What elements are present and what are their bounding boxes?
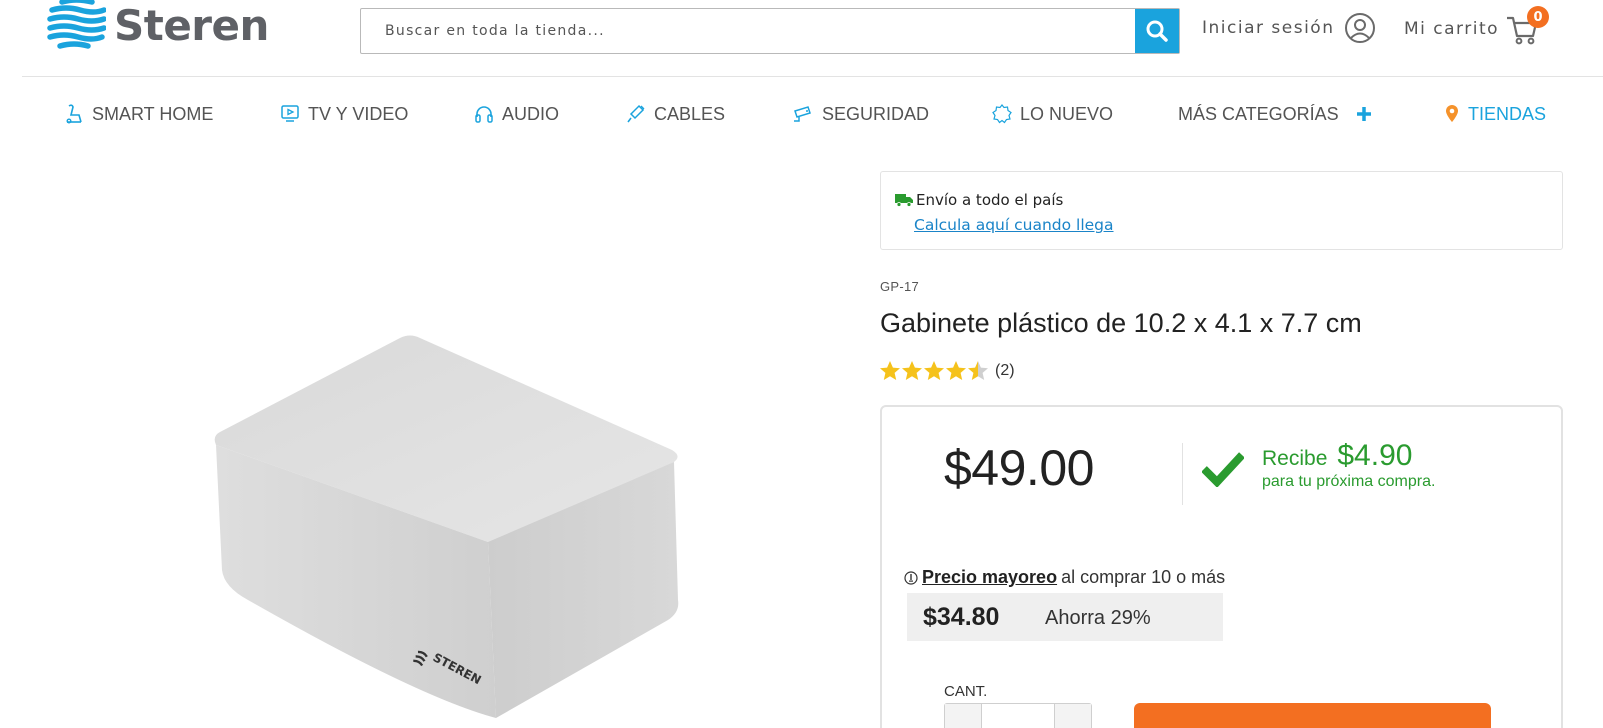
wholesale-savings: Ahorra 29%: [1045, 607, 1151, 629]
check-icon: [1202, 452, 1244, 487]
nav-label: SEGURIDAD: [822, 103, 930, 124]
steren-logo[interactable]: Steren: [46, 0, 269, 54]
cart-label: Mi carrito: [1404, 19, 1500, 39]
nav-item-tv-video[interactable]: TV Y VIDEO: [280, 94, 408, 134]
product-price: $49.00: [944, 440, 1094, 496]
search-input[interactable]: [361, 9, 1135, 53]
header: Steren Iniciar sesión Mi carrito 0: [0, 0, 1603, 77]
nav-label: AUDIO: [502, 103, 560, 124]
nav-label: LO NUEVO: [1020, 103, 1114, 124]
nav-item-lo-nuevo[interactable]: LO NUEVO: [992, 94, 1113, 134]
smart-home-icon: [66, 104, 82, 124]
nav-label: TIENDAS: [1468, 103, 1547, 124]
reward-amount: $4.90: [1337, 439, 1413, 472]
login-link[interactable]: Iniciar sesión: [1202, 12, 1376, 44]
location-pin-icon: [1446, 105, 1458, 122]
nav-label: CABLES: [654, 103, 726, 124]
rating-count: (2): [995, 362, 1015, 379]
wholesale-price: $34.80: [923, 603, 1000, 631]
wholesale-text: al comprar 10 o más: [1061, 567, 1226, 587]
nav-item-tiendas[interactable]: TIENDAS: [1444, 94, 1546, 134]
tv-icon: [281, 105, 299, 122]
add-to-cart-button[interactable]: [1134, 703, 1491, 728]
user-icon: [1345, 13, 1376, 43]
new-badge-icon: [992, 104, 1012, 124]
steren-logo-icon: [46, 0, 107, 54]
security-camera-icon: [794, 106, 811, 122]
price-separator: [1182, 443, 1183, 505]
wholesale-price-box: $34.80 Ahorra 29%: [907, 593, 1223, 641]
category-nav: SMART HOME TV Y VIDEO AUDIO CABLES SEGUR…: [0, 94, 1603, 134]
nav-item-audio[interactable]: AUDIO: [474, 94, 559, 134]
shipping-info: Envío a todo el país Calcula aquí cuando…: [880, 171, 1563, 250]
search-icon: [1146, 20, 1168, 42]
logo-text: Steren: [114, 0, 269, 50]
nav-label: TV Y VIDEO: [308, 103, 409, 124]
wholesale-line: Precio mayoreo al comprar 10 o más: [904, 567, 1225, 588]
quantity-stepper: [944, 703, 1092, 728]
quantity-decrease-button[interactable]: [945, 704, 981, 728]
reward-subtext: para tu próxima compra.: [1262, 473, 1436, 490]
search-button[interactable]: [1135, 9, 1179, 53]
nav-item-cables[interactable]: CABLES: [626, 94, 725, 134]
wholesale-link[interactable]: Precio mayoreo: [922, 567, 1057, 588]
cart-icon-wrap: 0: [1505, 6, 1550, 46]
shipping-line: Envío a todo el país: [895, 191, 1063, 209]
nav-item-mas-categorias[interactable]: MÁS CATEGORÍAS: [1178, 94, 1375, 134]
star-rating: [879, 360, 989, 382]
plus-icon: [1356, 107, 1371, 121]
shipping-text: Envío a todo el país: [916, 191, 1064, 209]
login-label: Iniciar sesión: [1202, 18, 1335, 38]
price-box: $49.00 Recibe $4.90 para tu próxima comp…: [880, 405, 1563, 728]
stars-icon: [880, 361, 988, 380]
nav-label: MÁS CATEGORÍAS: [1178, 103, 1339, 124]
reward-info: Recibe $4.90 para tu próxima compra.: [1262, 439, 1435, 491]
quantity-label: CANT.: [944, 683, 988, 700]
cart-count-badge: 0: [1527, 6, 1550, 28]
cart-link[interactable]: Mi carrito 0: [1404, 6, 1550, 46]
info-icon: [904, 570, 918, 585]
quantity-increase-button[interactable]: [1055, 704, 1091, 728]
header-divider: [22, 76, 1603, 77]
nav-label: SMART HOME: [92, 103, 214, 124]
cable-icon: [627, 104, 645, 123]
nav-item-seguridad[interactable]: SEGURIDAD: [792, 94, 929, 134]
nav-item-smart-home[interactable]: SMART HOME: [64, 94, 213, 134]
truck-icon: [895, 194, 913, 207]
product-photo: STEREN: [214, 335, 679, 718]
product-image[interactable]: STEREN: [120, 300, 790, 728]
search-bar: [360, 8, 1180, 54]
delivery-calc-link[interactable]: Calcula aquí cuando llega: [914, 216, 1114, 234]
product-rating[interactable]: (2): [879, 360, 1015, 382]
headphones-icon: [475, 106, 493, 123]
reward-label: Recibe: [1262, 447, 1328, 470]
quantity-input[interactable]: [981, 704, 1055, 728]
product-title: Gabinete plástico de 10.2 x 4.1 x 7.7 cm: [880, 308, 1362, 338]
product-sku: GP-17: [880, 279, 920, 294]
